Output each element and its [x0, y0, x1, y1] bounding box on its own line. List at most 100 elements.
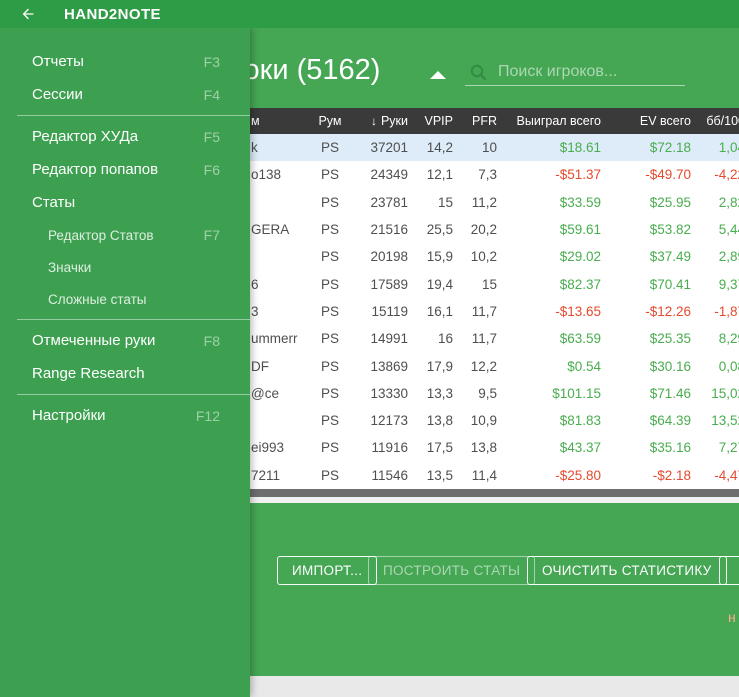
back-arrow-icon[interactable]: [18, 6, 38, 22]
table-row[interactable]: 6 PS 17589 19,4 15 $82.37 $70.41 9,37: [195, 270, 739, 298]
menu-item-hotkey: F8: [203, 332, 220, 349]
room-cell: PS: [320, 440, 339, 456]
vpip-cell: 12,1: [426, 167, 453, 183]
sort-desc-icon: ↓: [370, 114, 377, 128]
vpip-cell: 16: [437, 331, 453, 347]
search-icon: [470, 64, 487, 80]
hands-cell: 13869: [370, 358, 408, 374]
app-bar: HAND2NOTE: [0, 0, 739, 28]
bb100-cell: 7,27: [718, 440, 739, 456]
pfr-cell: 11,7: [471, 303, 497, 319]
column-header-bb100[interactable]: бб/100: [693, 114, 739, 128]
ev-cell: -$12.26: [645, 303, 691, 319]
won-cell: $59.61: [559, 222, 601, 238]
menu-item-sessions[interactable]: Сессии F4: [0, 78, 250, 111]
build-stats-button[interactable]: ПОСТРОИТЬ СТАТЫ: [368, 556, 536, 585]
menu-item-label: Редактор Статов: [48, 227, 154, 243]
won-cell: $33.59: [559, 194, 601, 210]
menu-item-label: Сложные статы: [48, 291, 147, 307]
pfr-cell: 13,8: [470, 440, 497, 456]
table-row[interactable]: PS 20198 15,9 10,2 $29.02 $37.49 2,89: [195, 243, 739, 271]
pfr-cell: 15: [481, 276, 497, 292]
won-cell: $29.02: [559, 249, 601, 265]
menu-item-label: Статы: [32, 194, 76, 211]
menu-item-hotkey: F5: [203, 128, 220, 145]
pfr-cell: 10,9: [470, 413, 497, 429]
table-header-row: м Рум ↓ Руки VPIP PFR Выиграл всего EV в…: [195, 108, 739, 134]
scrollbar-track: [195, 496, 739, 503]
ev-cell: $53.82: [649, 222, 691, 238]
horizontal-scrollbar[interactable]: [195, 488, 739, 497]
table-row[interactable]: GERA PS 21516 25,5 20,2 $59.61 $53.82 5,…: [195, 215, 739, 244]
column-header-vpip[interactable]: VPIP: [410, 114, 455, 128]
collapse-caret-icon[interactable]: [430, 71, 446, 79]
menu-item-settings[interactable]: Настройки F12: [0, 399, 250, 432]
table-row[interactable]: 7211 PS 11546 13,5 11,4 -$25.80 -$2.18 -…: [195, 461, 739, 489]
pfr-cell: 7,3: [478, 167, 497, 183]
close-button[interactable]: З: [719, 556, 739, 585]
vpip-cell: 13,3: [426, 385, 453, 401]
search-input[interactable]: Поиск игроков...: [465, 59, 685, 86]
pfr-cell: 10,2: [470, 249, 497, 265]
column-header-hands-label: Руки: [380, 114, 408, 128]
menu-divider: [17, 319, 250, 320]
table-row[interactable]: ummerr PS 14991 16 11,7 $63.59 $25.35 8,…: [195, 325, 739, 353]
table-row[interactable]: 3 PS 15119 16,1 11,7 -$13.65 -$12.26 -1,…: [195, 297, 739, 326]
table-row[interactable]: o138 PS 24349 12,1 7,3 -$51.37 -$49.70 -…: [195, 161, 739, 189]
menu-item-stats[interactable]: Статы: [0, 186, 250, 219]
import-button[interactable]: ИМПОРТ...: [277, 556, 378, 585]
ev-cell: $64.39: [649, 413, 691, 429]
pfr-cell: 11,2: [471, 194, 497, 210]
room-cell: PS: [320, 331, 339, 347]
table-body: k PS 37201 14,2 10 $18.61 $72.18 1,04 o1…: [195, 134, 739, 489]
menu-item-reports[interactable]: Отчеты F3: [0, 45, 250, 78]
hands-cell: 20198: [370, 249, 408, 265]
column-header-hands[interactable]: ↓ Руки: [345, 114, 410, 128]
ev-cell: $25.35: [649, 331, 691, 347]
table-row[interactable]: DF PS 13869 17,9 12,2 $0.54 $30.16 0,08: [195, 352, 739, 380]
column-header-room[interactable]: Рум: [315, 114, 345, 128]
hands-cell: 21516: [370, 222, 408, 238]
column-header-pfr[interactable]: PFR: [455, 114, 505, 128]
menu-item-popup-editor[interactable]: Редактор попапов F6: [0, 153, 250, 186]
table-row[interactable]: ei993 PS 11916 17,5 13,8 $43.37 $35.16 7…: [195, 434, 739, 462]
won-cell: $18.61: [559, 140, 601, 156]
ev-cell: $35.16: [649, 440, 691, 456]
room-cell: PS: [320, 385, 339, 401]
hands-cell: 15119: [371, 303, 408, 319]
ev-cell: $37.49: [649, 249, 691, 265]
bb100-cell: 1,04: [718, 140, 739, 156]
pfr-cell: 10: [481, 140, 497, 156]
menu-item-label: Отмеченные руки: [32, 332, 156, 349]
menu-item-complex-stats[interactable]: Сложные статы: [0, 283, 250, 315]
hands-cell: 12173: [370, 413, 408, 429]
bb100-cell: 0,08: [718, 358, 739, 374]
bb100-cell: 15,02: [711, 385, 739, 401]
menu-item-hotkey: F4: [203, 86, 220, 103]
column-header-ev[interactable]: EV всего: [605, 114, 693, 128]
menu-item-hud-editor[interactable]: Редактор ХУДа F5: [0, 120, 250, 153]
hands-cell: 11916: [371, 440, 408, 456]
menu-item-badges[interactable]: Значки: [0, 251, 250, 283]
menu-item-hotkey: F7: [203, 227, 220, 243]
pfr-cell: 11,7: [471, 331, 497, 347]
menu-item-stats-editor[interactable]: Редактор Статов F7: [0, 219, 250, 251]
hands-cell: 37201: [370, 140, 408, 156]
ev-cell: $71.46: [649, 385, 691, 401]
table-row[interactable]: PS 23781 15 11,2 $33.59 $25.95 2,82: [195, 188, 739, 216]
room-cell: PS: [320, 467, 339, 483]
menu-item-marked-hands[interactable]: Отмеченные руки F8: [0, 324, 250, 357]
table-row[interactable]: k PS 37201 14,2 10 $18.61 $72.18 1,04: [195, 134, 739, 162]
bb100-cell: 8,29: [718, 331, 739, 347]
table-row[interactable]: @ce PS 13330 13,3 9,5 $101.15 $71.46 15,…: [195, 379, 739, 407]
clear-statistics-button[interactable]: ОЧИСТИТЬ СТАТИСТИКУ: [527, 556, 727, 585]
bb100-cell: 5,44: [718, 222, 739, 238]
bb100-cell: -1,87: [714, 303, 739, 319]
column-header-won[interactable]: Выиграл всего: [505, 114, 605, 128]
hands-cell: 24349: [370, 167, 408, 183]
table-row[interactable]: PS 12173 13,8 10,9 $81.83 $64.39 13,52: [195, 406, 739, 435]
menu-item-hotkey: F12: [195, 407, 220, 424]
won-cell: -$13.65: [555, 303, 601, 319]
won-cell: -$25.80: [555, 467, 601, 483]
menu-item-range-research[interactable]: Range Research: [0, 357, 250, 390]
